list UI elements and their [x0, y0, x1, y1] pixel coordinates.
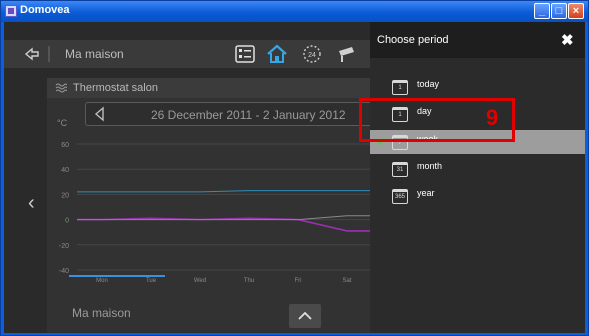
period-label: year	[417, 188, 435, 198]
calendar-icon: 365	[392, 189, 408, 204]
expand-up-button[interactable]	[289, 304, 321, 328]
list-view-icon[interactable]	[234, 43, 256, 65]
camera-icon[interactable]	[336, 43, 358, 65]
heater-icon	[55, 83, 67, 93]
calendar-icon: 31	[392, 162, 408, 177]
x-tick-label: Tue	[146, 278, 157, 284]
y-tick-label: -20	[59, 243, 69, 250]
clock-24h-icon[interactable]: 24	[301, 43, 323, 65]
period-item-month[interactable]: 31 month	[370, 157, 585, 181]
y-tick-label: 40	[61, 167, 69, 174]
unit-label: °C	[57, 118, 68, 128]
choose-period-panel: Choose period ✖ 1 today 1 day ✓ 7 week 31 month 3…	[370, 22, 585, 333]
period-label: month	[417, 161, 443, 171]
close-window-button[interactable]: ×	[568, 3, 584, 19]
app-window: Domovea _ □ × Ma maison 24 ‹ Thermostat …	[0, 0, 589, 336]
x-tick-label: Wed	[194, 278, 206, 284]
series-line-0	[77, 190, 377, 193]
footer-location-label: Ma maison	[72, 306, 131, 320]
toolbar-separator	[48, 46, 50, 62]
period-item-year[interactable]: 365 year	[370, 184, 585, 208]
breadcrumb[interactable]: Ma maison	[65, 47, 124, 61]
y-tick-label: -40	[59, 268, 69, 275]
window-titlebar: Domovea _ □ ×	[1, 1, 588, 22]
x-tick-label: Sat	[342, 278, 351, 284]
x-tick-label: Mon	[96, 278, 108, 284]
x-tick-label: Fri	[295, 278, 302, 284]
series-line-1	[77, 217, 377, 232]
close-icon[interactable]: ✖	[561, 31, 574, 49]
side-panel-header: Choose period ✖	[370, 22, 585, 58]
app-client-area: Ma maison 24 ‹ Thermostat salon °C 26 De…	[4, 22, 585, 333]
y-tick-label: 20	[61, 192, 69, 199]
annotation-number: 9	[486, 105, 499, 130]
minimize-button[interactable]: _	[534, 3, 550, 19]
x-tick-label: Thu	[244, 278, 254, 284]
date-range-selector[interactable]: 26 December 2011 - 2 January 2012	[85, 102, 377, 126]
period-item-today[interactable]: 1 today	[370, 75, 585, 99]
svg-text:24: 24	[308, 52, 316, 59]
calendar-icon: 1	[392, 80, 408, 95]
period-label: today	[417, 79, 440, 89]
date-range-text: 26 December 2011 - 2 January 2012	[151, 108, 346, 122]
app-icon	[5, 5, 17, 17]
maximize-button[interactable]: □	[551, 3, 567, 19]
thermostat-panel: Thermostat salon °C 26 December 2011 - 2…	[47, 78, 377, 333]
chevron-up-icon	[298, 311, 312, 320]
temperature-chart: 60 40 20 0 -20 -40 Mon Tue Wed Thu Fri Sat	[59, 142, 377, 284]
y-tick-label: 0	[65, 218, 69, 225]
side-panel-title: Choose period	[377, 34, 449, 46]
window-title: Domovea	[20, 4, 70, 16]
previous-period-icon[interactable]	[92, 106, 108, 122]
panel-title: Thermostat salon	[73, 82, 158, 94]
home-icon[interactable]	[266, 43, 288, 65]
y-tick-label: 60	[61, 142, 69, 149]
page-indicator	[69, 275, 165, 277]
back-arrow-icon[interactable]	[24, 46, 40, 62]
previous-page-arrow[interactable]: ‹	[28, 192, 35, 215]
panel-header: Thermostat salon	[47, 78, 377, 98]
